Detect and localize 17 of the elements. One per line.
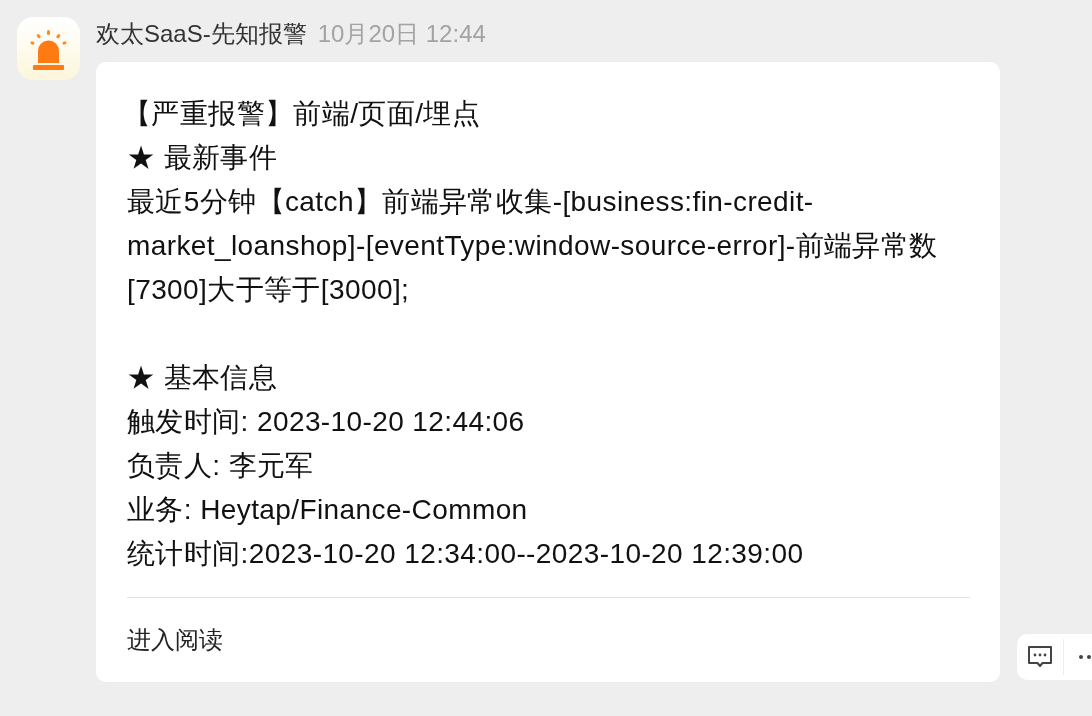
message-line: market_loanshop]-[eventType:window-source-error]-前端异常数 (127, 229, 938, 263)
message-line: [7300]大于等于[3000]; (127, 273, 410, 307)
sender-name: 欢太SaaS-先知报警 (96, 20, 307, 48)
message-line: 最近5分钟【catch】前端异常收集-[business:fin-credit- (127, 185, 814, 219)
comment-icon (1027, 645, 1053, 669)
more-dots-icon (1078, 654, 1092, 660)
message-line: 业务: Heytap/Finance-Common (127, 493, 528, 527)
section-heading: ★ 最新事件 (127, 141, 278, 175)
alarm-light-icon (17, 17, 80, 80)
section-heading: ★ 基本信息 (127, 361, 278, 395)
message-line: 负责人: 李元军 (127, 449, 314, 483)
alert-title: 【严重报警】前端/页面/埋点 (123, 97, 481, 131)
message-line: 触发时间: 2023-10-20 12:44:06 (127, 405, 525, 439)
comment-button[interactable] (1027, 644, 1053, 670)
message-time: 10月20日 12:44 (317, 20, 486, 48)
message-line: 统计时间:2023-10-20 12:34:00--2023-10-20 12:39:00 (127, 537, 804, 571)
read-more-link[interactable]: 进入阅读 (127, 625, 223, 655)
